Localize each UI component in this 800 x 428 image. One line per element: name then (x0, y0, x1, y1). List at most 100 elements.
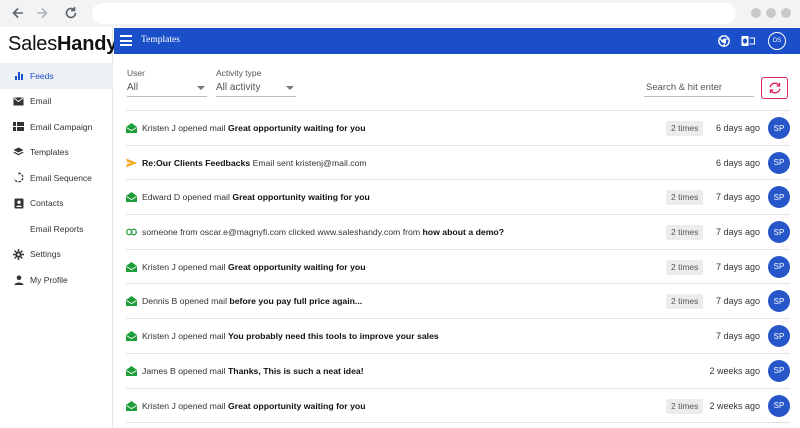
paper-plane-icon (126, 158, 137, 168)
sidebar-nav: Feeds Email Email Campaign Templates Email S… (0, 63, 113, 293)
user-avatar[interactable]: DS (768, 32, 786, 50)
open-envelope-icon (126, 296, 137, 307)
window-control-dot[interactable] (781, 8, 791, 18)
avatar[interactable]: SP (768, 394, 790, 417)
avatar[interactable]: SP (768, 151, 790, 174)
sidebar-item-email[interactable]: Email (0, 89, 113, 115)
top-app-bar: Templates DS (114, 28, 800, 54)
grid-icon (13, 121, 24, 132)
sidebar-item-email-reports[interactable]: Email Reports (0, 216, 113, 242)
open-count-badge: 2 times (666, 259, 704, 275)
contacts-icon (13, 198, 24, 209)
feed-row-action: James B opened mail (142, 365, 228, 376)
feed-row-text: Kristen J opened mail Great opportunity … (142, 401, 366, 411)
feed-row[interactable]: Kristen J opened mail Great opportunity … (126, 111, 790, 146)
feed-row[interactable]: Kristen J opened mail You probably need … (126, 319, 790, 354)
feed-row-subject[interactable]: Great opportunity waiting for you (228, 262, 366, 272)
sidebar-item-templates[interactable]: Templates (0, 140, 113, 166)
feed-row-text: Kristen J opened mail Great opportunity … (142, 262, 366, 272)
open-count-badge: 2 times (666, 225, 704, 241)
feed-row-subject[interactable]: Great opportunity waiting for you (228, 401, 366, 411)
chrome-extension-icon[interactable] (717, 34, 731, 48)
feed-row-action: Kristen J opened mail (142, 261, 228, 272)
sidebar-item-label: Email Campaign (30, 121, 93, 132)
user-filter[interactable]: User All (127, 68, 207, 97)
avatar[interactable]: SP (768, 186, 790, 209)
refresh-button[interactable] (761, 77, 788, 99)
open-envelope-icon (126, 261, 137, 272)
avatar[interactable]: SP (768, 117, 790, 139)
layers-icon (13, 147, 24, 158)
sidebar-item-label: Email (30, 96, 52, 107)
person-icon (13, 274, 24, 285)
menu-icon[interactable] (120, 35, 132, 46)
reload-icon[interactable] (62, 4, 80, 22)
feed-row[interactable]: Edward D opened mail Great opportunity w… (126, 180, 790, 216)
feed-row-action: Dennis B opened mail (142, 296, 230, 307)
activity-feed: Kristen J opened mail Great opportunity … (126, 110, 790, 424)
user-filter-select[interactable]: All (127, 81, 207, 97)
forward-arrow-icon[interactable] (33, 4, 51, 22)
feed-row-subject[interactable]: Thanks, This is such a neat idea! (228, 366, 364, 376)
open-count-badge: 2 times (666, 121, 704, 136)
feed-row[interactable]: Kristen J opened mail Great opportunity … (126, 250, 790, 285)
feed-row-timestamp: 2 weeks ago (709, 365, 760, 376)
envelope-icon (13, 96, 24, 107)
outlook-addin-icon[interactable] (741, 34, 755, 48)
feed-row-action: Kristen J opened mail (142, 123, 228, 133)
feed-row-timestamp: 6 days ago (715, 123, 760, 133)
avatar[interactable]: SP (768, 255, 790, 278)
sidebar-item-feeds[interactable]: Feeds (0, 63, 113, 89)
feed-row[interactable]: Dennis B opened mail before you pay full… (126, 284, 790, 320)
feed-row-subject[interactable]: You probably need this tools to improve … (228, 331, 439, 341)
open-envelope-icon (126, 123, 137, 133)
avatar[interactable]: SP (768, 290, 790, 313)
avatar[interactable]: SP (768, 221, 790, 244)
feed-row-text: Re:Our Clients Feedbacks Email sent kris… (142, 158, 367, 168)
search-input[interactable] (644, 79, 754, 97)
feed-row-timestamp: 7 days ago (715, 296, 760, 307)
feed-row[interactable]: Re:Our Clients Feedbacks Email sent kris… (126, 146, 790, 181)
logo: SalesHandy (8, 33, 118, 55)
feed-row-timestamp: 7 days ago (715, 227, 760, 238)
sidebar-item-label: Contacts (30, 198, 64, 209)
window-control-dot[interactable] (751, 8, 761, 18)
sidebar-item-label: Feeds (30, 70, 54, 81)
activity-filter-select[interactable]: All activity (216, 81, 296, 97)
feed-row-action: Kristen J opened mail (142, 400, 228, 411)
avatar[interactable]: SP (768, 359, 790, 382)
activity-filter-label: Activity type (216, 68, 262, 78)
open-envelope-icon (126, 400, 137, 411)
bar-chart-icon (13, 70, 24, 81)
feed-row[interactable]: James B opened mail Thanks, This is such… (126, 354, 790, 389)
feed-row[interactable]: Kristen J opened mail Great opportunity … (126, 389, 790, 424)
sidebar-item-email-campaign[interactable]: Email Campaign (0, 114, 113, 140)
feed-row-timestamp: 7 days ago (715, 192, 760, 203)
window-control-dot[interactable] (766, 8, 776, 18)
feed-row-detail: Email sent kristenj@mail.com (250, 157, 367, 168)
open-count-badge: 2 times (666, 398, 704, 414)
sidebar-item-label: Templates (30, 147, 69, 158)
feed-row-timestamp: 6 days ago (715, 157, 760, 168)
feed-row-subject[interactable]: Great opportunity waiting for you (232, 192, 370, 202)
feed-row-text: someone from oscar.e@magnyfi.com clicked… (142, 227, 504, 237)
feed-row-subject[interactable]: before you pay full price again... (229, 296, 362, 306)
user-filter-label: User (127, 68, 145, 78)
feed-row-subject[interactable]: Great opportunity waiting for you (228, 123, 366, 133)
back-arrow-icon[interactable] (9, 4, 27, 22)
feed-row-timestamp: 7 days ago (715, 331, 760, 342)
address-bar[interactable] (92, 3, 736, 24)
sequence-icon (13, 172, 24, 183)
feed-row-subject[interactable]: how about a demo? (422, 227, 504, 237)
feed-row-action: Kristen J opened mail (142, 331, 228, 342)
sidebar-item-my-profile[interactable]: My Profile (0, 267, 113, 293)
sidebar-item-email-sequence[interactable]: Email Sequence (0, 165, 113, 191)
feed-row[interactable]: someone from oscar.e@magnyfi.com clicked… (126, 215, 790, 250)
sidebar-item-contacts[interactable]: Contacts (0, 191, 113, 217)
avatar[interactable]: SP (768, 325, 790, 348)
feed-row-subject[interactable]: Re:Our Clients Feedbacks (142, 158, 250, 168)
open-envelope-icon (126, 331, 137, 342)
refresh-icon (769, 82, 780, 94)
sidebar-item-settings[interactable]: Settings (0, 242, 113, 268)
activity-type-filter[interactable]: Activity type All activity (216, 68, 296, 97)
